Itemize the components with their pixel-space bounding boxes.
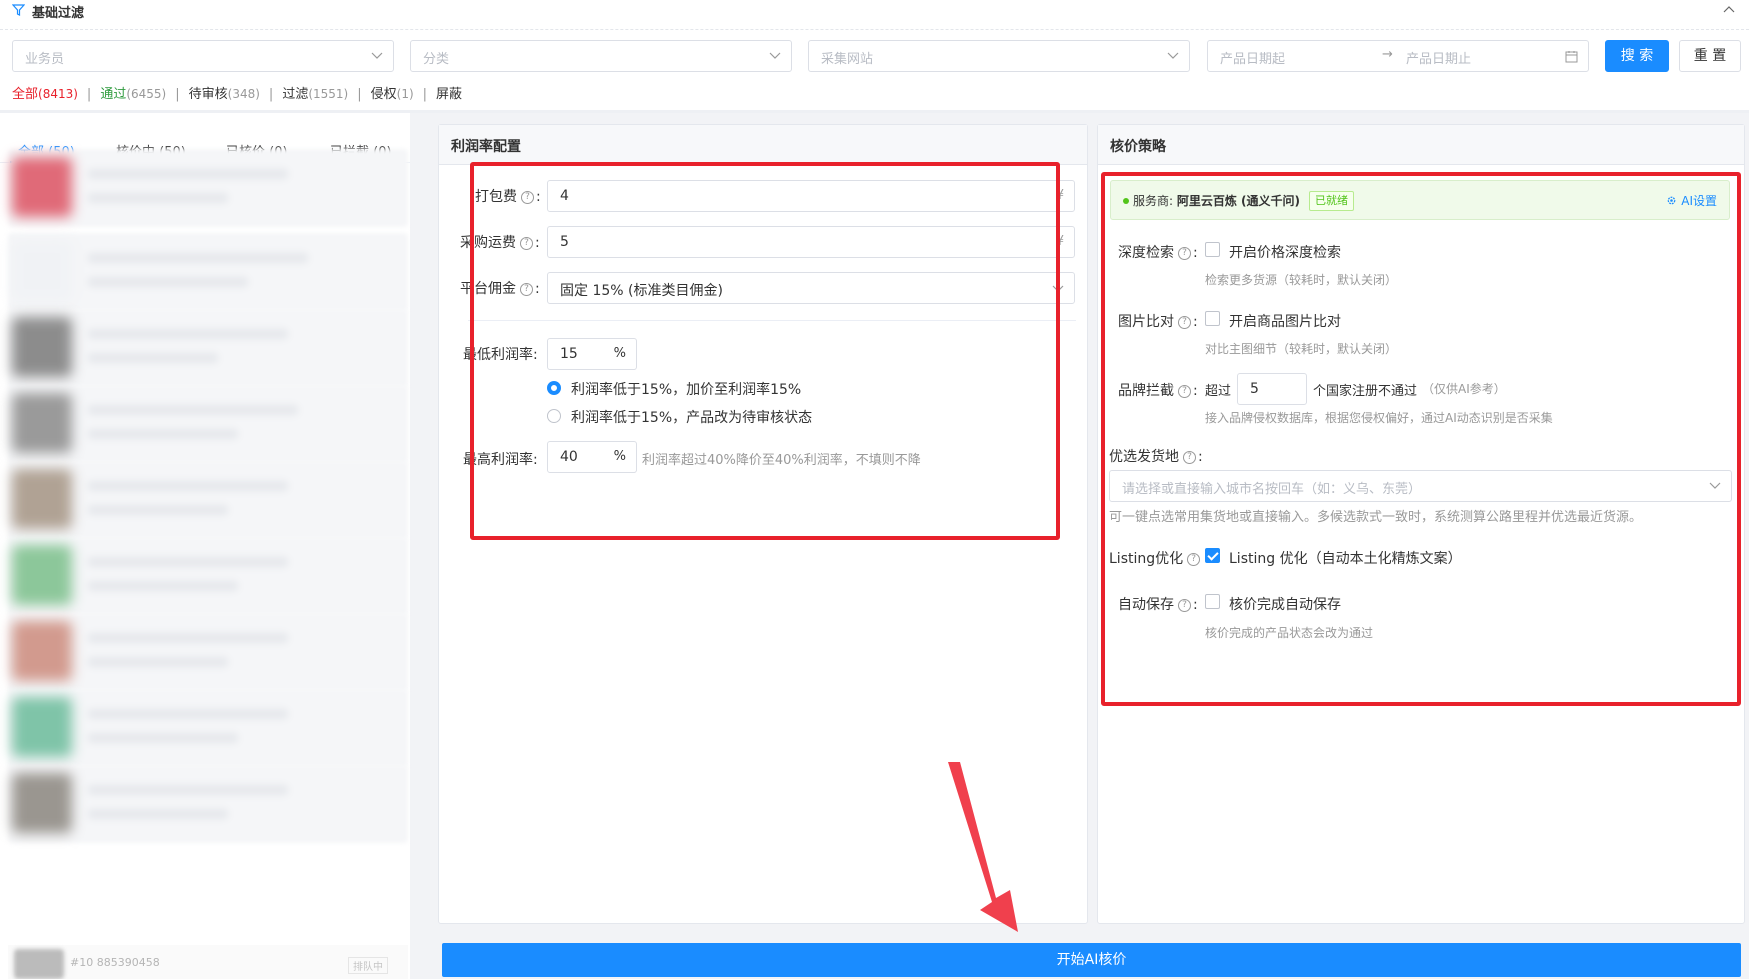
list-item[interactable] [8, 689, 408, 767]
list-item[interactable] [8, 613, 408, 691]
blurred-text [88, 633, 288, 643]
product-thumbnail [14, 949, 64, 979]
blurred-text [88, 709, 288, 719]
blurred-text [88, 733, 238, 743]
list-item[interactable] [8, 765, 408, 843]
blurred-text [88, 581, 238, 591]
card-title: 核价策略 [1110, 139, 1166, 155]
blurred-text [88, 277, 248, 287]
date-start-input[interactable]: 产品日期起 [1220, 48, 1285, 67]
card-header: 利润率配置 [439, 125, 1087, 165]
product-thumbnail [12, 241, 72, 301]
chevron-down-icon [769, 52, 781, 59]
blurred-text [88, 253, 308, 263]
chevron-down-icon [371, 52, 383, 59]
date-range-picker[interactable]: 产品日期起 → 产品日期止 [1207, 40, 1589, 72]
funnel-icon [12, 4, 25, 16]
filter-bar-header: 基础过滤 [0, 0, 1749, 30]
separator: | [86, 87, 92, 102]
blurred-text [88, 429, 238, 439]
status-filter-row: 全部(8413) | 通过(6455) | 待审核(348) | 过滤(1551) | 侵权(1… [12, 83, 462, 103]
category-select[interactable]: 分类 [410, 40, 792, 72]
blurred-text [88, 329, 288, 339]
salesperson-select[interactable]: 业务员 [12, 40, 394, 72]
queue-status-badge: 排队中 [348, 957, 388, 974]
chevron-up-icon[interactable] [1723, 4, 1735, 14]
date-end-input[interactable]: 产品日期止 [1406, 48, 1471, 67]
product-thumbnail [12, 317, 72, 377]
blurred-text [88, 481, 288, 491]
list-item[interactable] [8, 233, 408, 311]
list-item[interactable] [8, 537, 408, 615]
filter-title: 基础过滤 [32, 6, 85, 21]
list-item[interactable] [8, 149, 408, 227]
list-item-id: #10 885390458 [70, 956, 160, 969]
product-thumbnail [12, 157, 72, 217]
separator: | [268, 87, 274, 102]
status-filter-blocked[interactable]: 屏蔽 [436, 83, 462, 102]
status-filter-passed[interactable]: 通过(6455) [100, 83, 166, 102]
blurred-text [88, 405, 298, 415]
blurred-text [88, 809, 228, 819]
product-thumbnail [12, 773, 72, 833]
blurred-text [88, 353, 218, 363]
product-thumbnail [12, 393, 72, 453]
collection-site-select[interactable]: 采集网站 [808, 40, 1190, 72]
card-title: 利润率配置 [451, 139, 521, 155]
reset-button[interactable]: 重 置 [1679, 40, 1741, 72]
product-thumbnail [12, 469, 72, 529]
blurred-text [88, 657, 228, 667]
blurred-text [88, 785, 288, 795]
list-item[interactable] [8, 461, 408, 539]
status-filter-pending[interactable]: 待审核(348) [189, 83, 260, 102]
product-list-panel: 全部 (50) 核价中 (50) 已核价 (0) 已拦截 (0) #10 885… [0, 113, 420, 979]
blurred-text [88, 193, 228, 203]
date-range-arrow: → [1382, 47, 1393, 62]
separator: | [175, 87, 180, 102]
separator: | [422, 87, 428, 102]
list-item[interactable] [8, 309, 408, 387]
blurred-text [88, 505, 228, 515]
separator: | [357, 87, 362, 102]
status-filter-infringement[interactable]: 侵权(1) [371, 83, 414, 102]
highlight-box-strategy [1101, 172, 1741, 706]
product-thumbnail [12, 621, 72, 681]
search-button[interactable]: 搜 索 [1605, 40, 1669, 72]
status-filter-all[interactable]: 全部(8413) [12, 83, 78, 102]
chevron-down-icon [1167, 52, 1179, 59]
status-filter-filtered[interactable]: 过滤(1551) [282, 83, 348, 102]
product-thumbnail [12, 545, 72, 605]
blurred-text [88, 557, 288, 567]
product-thumbnail [12, 697, 72, 757]
arrow-annotation [948, 762, 1018, 932]
blurred-text [88, 169, 288, 179]
list-item[interactable]: #10 885390458 排队中 [8, 945, 408, 979]
calendar-icon [1565, 51, 1578, 63]
list-item[interactable] [8, 385, 408, 463]
highlight-box-profit [470, 162, 1060, 540]
start-ai-pricing-button[interactable]: 开始AI核价 [442, 943, 1741, 977]
card-header: 核价策略 [1098, 125, 1744, 165]
